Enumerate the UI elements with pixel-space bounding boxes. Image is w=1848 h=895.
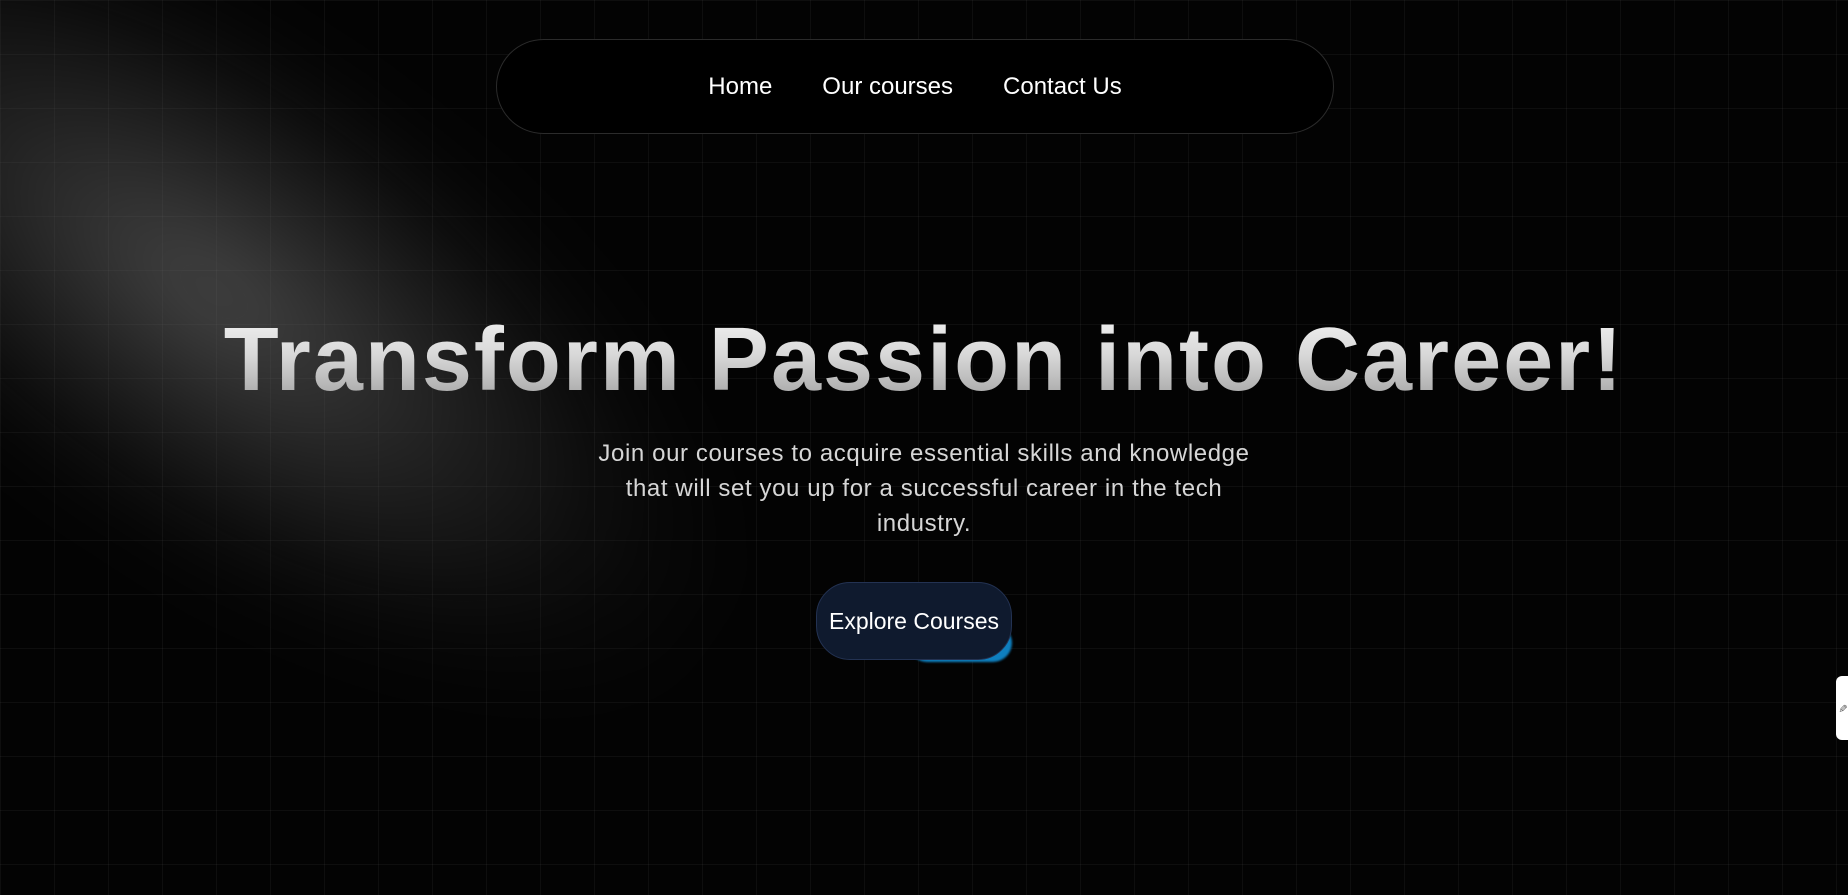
- nav-link-home[interactable]: Home: [708, 73, 772, 101]
- navbar: Home Our courses Contact Us: [496, 39, 1334, 134]
- page: Home Our courses Contact Us Transform Pa…: [0, 0, 1848, 895]
- nav-link-contact-us[interactable]: Contact Us: [1003, 73, 1122, 101]
- explore-courses-button[interactable]: Explore Courses: [816, 582, 1012, 660]
- hero-subtitle: Join our courses to acquire essential sk…: [598, 440, 1250, 537]
- nav-link-our-courses[interactable]: Our courses: [822, 73, 953, 101]
- hero-title: Transform Passion into Career!: [0, 310, 1848, 410]
- cta-container: Explore Courses: [816, 582, 1014, 662]
- chat-bubble-icon: ✎: [1837, 703, 1848, 712]
- side-feedback-tab[interactable]: ✎: [1836, 676, 1848, 740]
